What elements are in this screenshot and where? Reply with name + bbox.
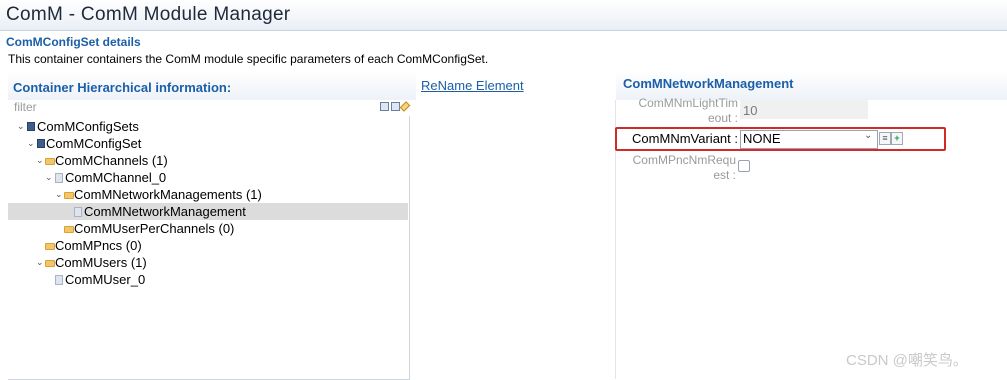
tree-item-commchannels[interactable]: ⌄ ComMChannels (1) xyxy=(8,152,408,169)
tree-item-commconfigsets[interactable]: ⌄ ComMConfigSets xyxy=(8,118,408,135)
tree-item-commconfigset[interactable]: ⌄ ComMConfigSet xyxy=(8,135,408,152)
tree-item-label: ComMChannel_0 xyxy=(65,170,167,185)
chevron-down-icon[interactable]: ⌄ xyxy=(45,169,53,186)
window-title: ComM - ComM Module Manager xyxy=(6,4,291,25)
folder-icon xyxy=(45,260,55,267)
module-icon xyxy=(27,122,35,131)
nm-variant-label: ComMNmVariant : xyxy=(632,131,738,146)
element-icon xyxy=(55,275,63,285)
module-icon xyxy=(37,139,45,148)
tree-item-commusers[interactable]: ⌄ ComMUsers (1) xyxy=(8,254,408,271)
chevron-down-icon[interactable]: ⌄ xyxy=(36,152,44,169)
tree-item-label: ComMConfigSet xyxy=(46,136,142,151)
folder-icon xyxy=(64,192,74,199)
tree-item-commnetworkmanagements[interactable]: ⌄ ComMNetworkManagements (1) xyxy=(8,186,408,203)
folder-icon xyxy=(45,158,55,165)
tree-item-label: ComMUsers (1) xyxy=(55,255,147,270)
section-description: This container containers the ComM modul… xyxy=(8,52,489,66)
tree-item-label: ComMUser_0 xyxy=(65,272,146,287)
chevron-down-icon[interactable]: ⌄ xyxy=(55,186,63,203)
tree-item-label: ComMNetworkManagement xyxy=(84,204,246,219)
container-tree: ⌄ ComMConfigSets ⌄ ComMConfigSet ⌄ ComMC… xyxy=(8,116,410,380)
pnc-nm-request-checkbox[interactable] xyxy=(738,160,750,172)
collapse-all-icon[interactable] xyxy=(380,102,389,111)
filter-input[interactable] xyxy=(14,100,364,114)
tree-item-label: ComMPncs (0) xyxy=(55,238,142,253)
tree-item-commpncs[interactable]: ComMPncs (0) xyxy=(8,237,408,254)
chevron-down-icon[interactable]: ⌄ xyxy=(864,130,872,141)
list-icon[interactable]: ≡ xyxy=(879,132,891,145)
light-timeout-value: 10 xyxy=(743,103,758,118)
tree-item-label: ComMChannels (1) xyxy=(55,153,168,168)
folder-icon xyxy=(45,243,55,250)
section-title: ComMConfigSet details xyxy=(6,35,141,49)
light-timeout-label-line2: eout : xyxy=(707,111,738,125)
hierarchy-header-bar: Container Hierarchical information: xyxy=(8,70,416,100)
tree-item-commuser-0[interactable]: ComMUser_0 xyxy=(8,271,408,288)
tree-item-label: ComMNetworkManagements (1) xyxy=(74,187,262,202)
tree-item-commchannel-0[interactable]: ⌄ ComMChannel_0 xyxy=(8,169,408,186)
expand-all-icon[interactable] xyxy=(391,102,400,111)
add-icon[interactable]: + xyxy=(891,132,903,145)
tree-item-commnetworkmanagement[interactable]: ComMNetworkManagement xyxy=(8,203,408,220)
element-icon xyxy=(74,207,82,217)
details-header: ComMNetworkManagement xyxy=(623,76,794,91)
window-title-bar: ComM - ComM Module Manager xyxy=(0,0,1007,31)
pnc-nm-request-label-line2: est : xyxy=(713,168,736,182)
hierarchy-header: Container Hierarchical information: xyxy=(13,80,232,95)
light-timeout-label-line1: ComMNmLightTim xyxy=(638,96,738,110)
folder-icon xyxy=(64,226,74,233)
chevron-down-icon[interactable]: ⌄ xyxy=(17,118,25,135)
watermark: CSDN @嘲笑鸟。 xyxy=(846,352,968,369)
nm-variant-value: NONE xyxy=(743,131,781,146)
tree-toolbar xyxy=(380,101,411,112)
tree-item-commuserperchannels[interactable]: ComMUserPerChannels (0) xyxy=(8,220,408,237)
chevron-down-icon[interactable]: ⌄ xyxy=(27,135,35,152)
element-icon xyxy=(55,173,63,183)
tree-item-label: ComMConfigSets xyxy=(37,119,139,134)
pnc-nm-request-label-line1: ComMPncNmRequ xyxy=(632,153,736,167)
edit-icon[interactable] xyxy=(399,101,411,112)
tree-item-label: ComMUserPerChannels (0) xyxy=(74,221,235,236)
rename-element-link[interactable]: ReName Element xyxy=(421,78,524,93)
chevron-down-icon[interactable]: ⌄ xyxy=(36,254,44,271)
light-timeout-field[interactable] xyxy=(740,100,868,119)
